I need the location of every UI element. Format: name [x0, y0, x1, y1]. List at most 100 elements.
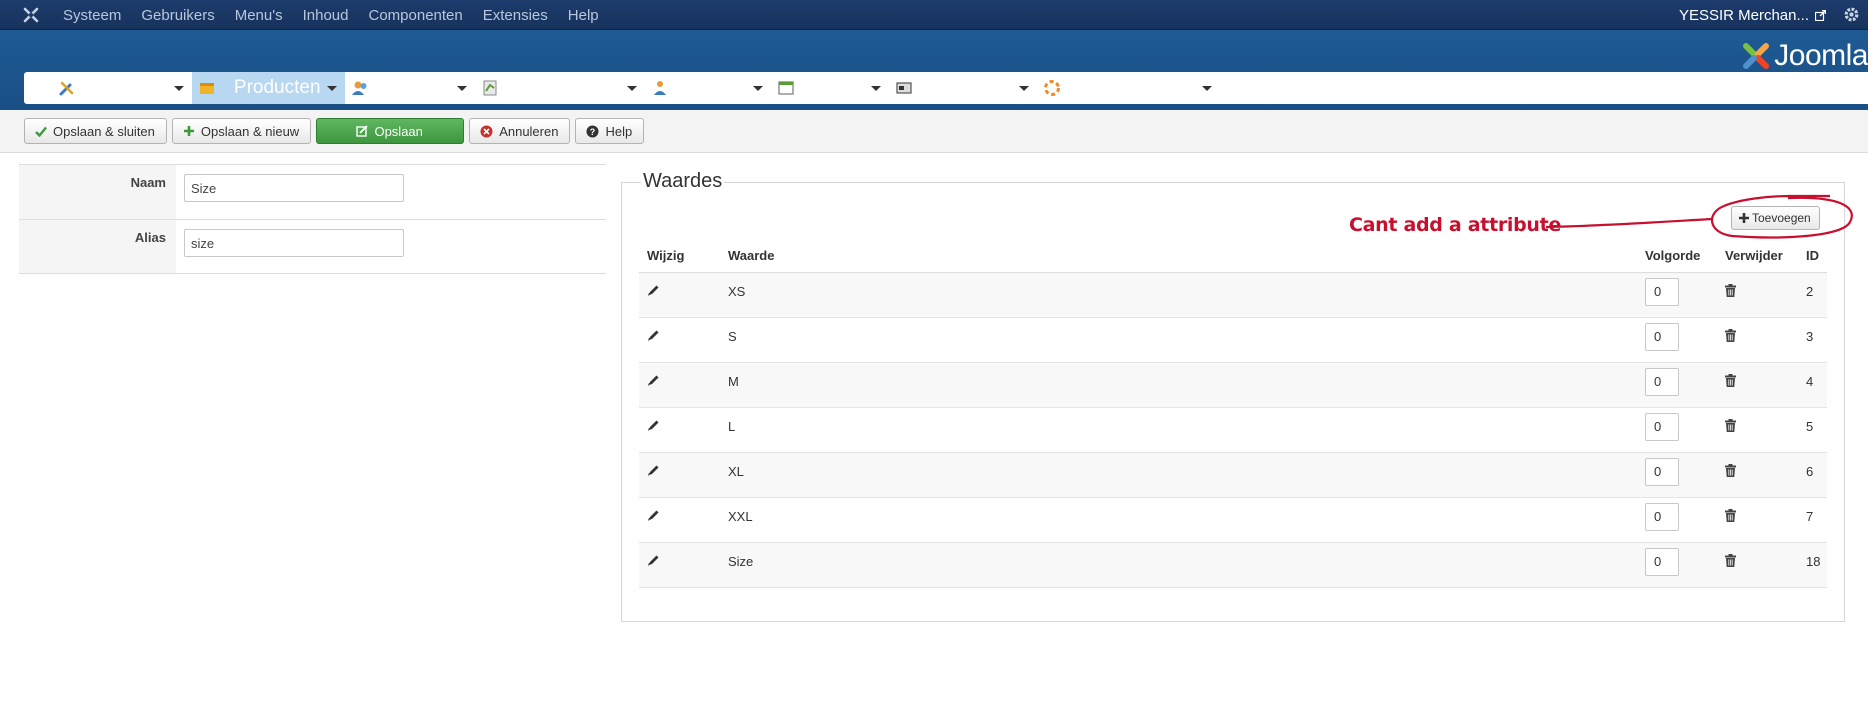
col-waarde: Waarde	[720, 240, 1637, 273]
alias-row: Alias	[19, 219, 606, 274]
hika-menu-tonen[interactable]: Tonen	[771, 72, 889, 104]
users-icon	[351, 81, 367, 95]
chevron-down-icon	[173, 85, 184, 91]
menu-menus[interactable]: Menu's	[235, 7, 283, 24]
order-input[interactable]: 0	[1645, 412, 1679, 441]
value-row: L0 5	[639, 407, 1827, 453]
gear-icon[interactable]	[1843, 6, 1860, 23]
attribute-form: Naam Alias	[19, 164, 606, 274]
save-button[interactable]: Opslaan	[316, 118, 465, 144]
affiliates-icon	[653, 81, 666, 95]
alias-label: Alias	[19, 220, 176, 273]
hika-menu-label: Producten	[233, 77, 321, 98]
col-wijzig: Wijzig	[639, 240, 720, 273]
values-table: Wijzig Waarde Volgorde Verwijder ID XS 0 2…	[639, 240, 1827, 588]
edit-pencil-icon[interactable]	[647, 329, 660, 345]
site-name: YESSIR Merchan...	[1678, 6, 1809, 24]
edit-pencil-icon[interactable]	[647, 284, 660, 300]
plus-icon	[183, 126, 194, 136]
col-volgorde: Volgorde	[1637, 240, 1717, 273]
cancel-label: Annuleren	[499, 123, 559, 139]
name-row: Naam	[19, 164, 606, 219]
trash-icon[interactable]	[1725, 283, 1736, 300]
display-icon	[778, 81, 794, 95]
col-verwijder: Verwijder	[1717, 240, 1798, 273]
hika-menu-hikashop[interactable]: HikaShop	[889, 72, 1037, 104]
cancel-button[interactable]: Annuleren	[469, 118, 571, 144]
menu-extensies[interactable]: Extensies	[483, 7, 548, 24]
joomla-logo-icon[interactable]	[22, 6, 40, 24]
menu-componenten[interactable]: Componenten	[369, 7, 463, 24]
chevron-down-icon	[870, 85, 881, 91]
chevron-down-icon	[752, 85, 763, 91]
edit-pencil-icon[interactable]	[647, 554, 660, 570]
help-button[interactable]: ? Help	[575, 118, 645, 144]
values-body: XS 0 2 S 0 3 M 0 4 L 0 5 XL 0 6 XXL 0 7 Size 0 18	[639, 272, 1827, 588]
trash-icon[interactable]	[1725, 418, 1736, 435]
site-link[interactable]: YESSIR Merchan...	[1679, 0, 1826, 30]
tools-icon	[59, 81, 74, 96]
save-close-button[interactable]: Opslaan & sluiten	[24, 118, 167, 144]
menu-inhoud[interactable]: Inhoud	[303, 7, 349, 24]
value-cell: XXL	[720, 497, 1637, 543]
order-input[interactable]: 0	[1645, 502, 1679, 531]
cancel-icon	[480, 125, 493, 137]
hika-menu-klanten[interactable]: Klanten	[345, 72, 475, 104]
hika-menu-producten[interactable]: Producten	[191, 72, 345, 104]
question-icon: ?	[586, 125, 599, 137]
hika-menu-label: Documentatie	[1078, 77, 1197, 98]
help-label: Help	[605, 123, 633, 139]
admin-menu: Systeem Gebruikers Menu's Inhoud Compone…	[63, 0, 619, 30]
hika-menu-label: Bestellingen	[517, 77, 621, 98]
save-new-button[interactable]: Opslaan & nieuw	[171, 118, 312, 144]
joomla-brand: Joomla	[1740, 36, 1868, 76]
alias-input[interactable]	[184, 229, 404, 257]
action-toolbar: Opslaan & sluiten Opslaan & nieuw Opslaa…	[0, 110, 1868, 153]
external-link-icon	[1815, 9, 1826, 21]
joomla-brand-icon	[1743, 43, 1770, 69]
id-cell: 6	[1798, 452, 1827, 498]
id-cell: 7	[1798, 497, 1827, 543]
check-icon	[35, 126, 47, 137]
hikashop-icon	[895, 82, 912, 94]
edit-pencil-icon[interactable]	[647, 374, 660, 390]
hika-menu-label: Tonen	[812, 77, 865, 98]
edit-pencil-icon[interactable]	[647, 419, 660, 435]
chevron-down-icon	[1202, 85, 1213, 91]
hika-menu-documentatie[interactable]: Documentatie	[1037, 72, 1220, 104]
annotation-text: Cant add a attribute	[1349, 214, 1562, 236]
value-row: XL 0 6	[639, 452, 1827, 498]
hika-menu-label: Filialen	[686, 77, 747, 98]
menu-gebruikers[interactable]: Gebruikers	[141, 7, 214, 24]
hika-menu-systeem[interactable]: Systeem	[52, 72, 192, 104]
trash-icon[interactable]	[1725, 373, 1736, 390]
value-row: M0 4	[639, 362, 1827, 408]
admin-top-bar: Systeem Gebruikers Menu's Inhoud Compone…	[0, 0, 1868, 30]
name-input[interactable]	[184, 174, 404, 202]
chevron-down-icon	[457, 85, 467, 91]
order-input[interactable]: 0	[1645, 547, 1679, 576]
hika-menu-bestellingen[interactable]: Bestellingen	[475, 72, 645, 104]
trash-icon[interactable]	[1725, 328, 1736, 345]
edit-pencil-icon[interactable]	[647, 509, 660, 525]
order-input[interactable]: 0	[1645, 322, 1679, 351]
order-input[interactable]: 0	[1645, 367, 1679, 396]
order-input[interactable]: 0	[1645, 457, 1679, 486]
id-cell: 3	[1798, 317, 1827, 363]
value-cell: M	[720, 362, 1637, 408]
menu-systeem[interactable]: Systeem	[63, 7, 121, 24]
menu-help[interactable]: Help	[568, 7, 599, 24]
order-input[interactable]: 0	[1645, 277, 1679, 306]
value-cell: L	[720, 407, 1637, 453]
chevron-down-icon	[1018, 85, 1029, 91]
hika-menu-filialen[interactable]: Filialen	[645, 72, 771, 104]
edit-pencil-icon[interactable]	[647, 464, 660, 480]
trash-icon[interactable]	[1725, 508, 1736, 525]
hikashop-menu: Systeem Producten Klanten Bestellingen F…	[24, 72, 1868, 104]
chevron-down-icon	[626, 85, 637, 91]
save-close-label: Opslaan & sluiten	[53, 123, 155, 139]
save-new-label: Opslaan & nieuw	[200, 123, 300, 139]
add-value-button[interactable]: Toevoegen	[1731, 206, 1820, 230]
trash-icon[interactable]	[1725, 463, 1736, 480]
trash-icon[interactable]	[1725, 553, 1736, 570]
